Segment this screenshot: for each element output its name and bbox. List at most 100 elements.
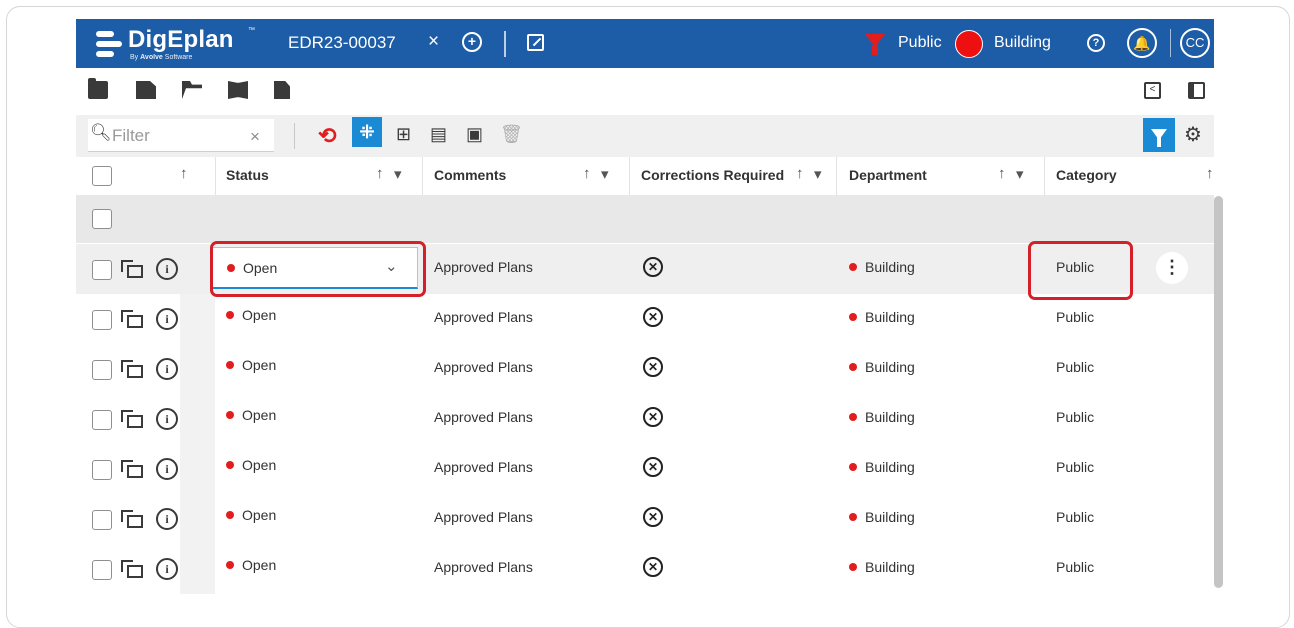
row-checkbox[interactable] bbox=[92, 410, 112, 430]
toggle-side-panel-icon[interactable] bbox=[1188, 82, 1205, 99]
corrections-x-icon: ✕ bbox=[643, 557, 663, 577]
table-row[interactable]: i Open Approved Plans ✕ Building Public bbox=[76, 294, 1214, 344]
comments-icon[interactable] bbox=[121, 410, 143, 428]
status-value[interactable]: Open bbox=[226, 557, 276, 573]
app-header: DigEplan ™ By Avolve Software EDR23-0003… bbox=[76, 19, 1214, 68]
comments-icon[interactable] bbox=[121, 260, 143, 278]
public-filter-label[interactable]: Public bbox=[898, 34, 942, 52]
column-header-department[interactable]: Department bbox=[849, 167, 927, 183]
row-gutter bbox=[180, 294, 215, 344]
department-sort-icon[interactable]: ↑ bbox=[998, 165, 1006, 182]
department-value: Building bbox=[849, 309, 915, 325]
corrections-filter-icon[interactable]: ▾ bbox=[814, 165, 822, 183]
status-value[interactable]: Open bbox=[226, 407, 276, 423]
comments-icon[interactable] bbox=[121, 560, 143, 578]
group-layout-icon[interactable]: ⊞ bbox=[396, 124, 411, 145]
row-checkbox[interactable] bbox=[92, 260, 112, 280]
status-value[interactable]: Open bbox=[226, 307, 276, 323]
comments-sort-icon[interactable]: ↑ bbox=[583, 165, 591, 182]
collapse-left-panel-icon[interactable]: < bbox=[1144, 82, 1161, 99]
department-filter-icon[interactable]: ▾ bbox=[1016, 165, 1024, 183]
info-icon[interactable]: i bbox=[156, 458, 178, 480]
column-header-status[interactable]: Status bbox=[226, 167, 269, 183]
export-document-icon[interactable]: ▣ bbox=[466, 124, 483, 145]
corrections-x-icon: ✕ bbox=[643, 507, 663, 527]
settings-gear-icon[interactable]: ⚙︎ bbox=[1184, 122, 1202, 147]
row-checkbox[interactable] bbox=[92, 360, 112, 380]
category-value: Public bbox=[1056, 509, 1095, 525]
open-folder-icon[interactable] bbox=[182, 81, 202, 99]
select-all-checkbox[interactable] bbox=[92, 166, 112, 186]
row-more-icon[interactable]: ⋮ bbox=[1156, 252, 1188, 284]
row-checkbox[interactable] bbox=[92, 460, 112, 480]
digeplan-logo[interactable]: DigEplan ™ By Avolve Software bbox=[96, 26, 256, 61]
help-icon[interactable]: ? bbox=[1087, 34, 1105, 52]
info-icon[interactable]: i bbox=[156, 508, 178, 530]
document-icon[interactable] bbox=[274, 81, 290, 99]
sheets-icon[interactable] bbox=[136, 81, 156, 99]
status-value[interactable]: Open bbox=[226, 357, 276, 373]
collapse-groups-icon[interactable]: ⁜ bbox=[352, 117, 382, 147]
table-row[interactable]: i Open Approved Plans ✕ Building Public bbox=[76, 544, 1214, 594]
sort-arrow-icon[interactable]: ↑ bbox=[180, 165, 188, 182]
comments-icon[interactable] bbox=[121, 460, 143, 478]
column-header-category[interactable]: Category bbox=[1056, 167, 1117, 183]
user-avatar[interactable]: CC bbox=[1180, 28, 1210, 58]
department-dot bbox=[849, 563, 857, 571]
info-icon[interactable]: i bbox=[156, 308, 178, 330]
clear-filter-icon[interactable]: × bbox=[250, 127, 260, 147]
status-dot bbox=[226, 411, 234, 419]
public-filter-icon[interactable] bbox=[865, 34, 885, 55]
table-row[interactable]: i Open Approved Plans ✕ Building Public bbox=[76, 394, 1214, 444]
group-row bbox=[76, 195, 1214, 243]
comments-icon[interactable] bbox=[121, 510, 143, 528]
folder-icon[interactable] bbox=[88, 78, 108, 99]
open-external-icon[interactable] bbox=[527, 34, 544, 51]
group-checkbox[interactable] bbox=[92, 209, 112, 229]
status-value[interactable]: Open bbox=[226, 457, 276, 473]
column-header-comments[interactable]: Comments bbox=[434, 167, 506, 183]
comment-view-icon[interactable]: ▤ bbox=[430, 124, 447, 145]
status-dot bbox=[226, 461, 234, 469]
column-header-corrections-required[interactable]: Corrections Required bbox=[641, 167, 784, 183]
department-dot bbox=[849, 513, 857, 521]
status-filter-icon[interactable]: ▾ bbox=[394, 165, 402, 183]
corrections-sort-icon[interactable]: ↑ bbox=[796, 165, 804, 182]
department-dot bbox=[849, 313, 857, 321]
department-dot bbox=[849, 413, 857, 421]
view-tab-bar: < bbox=[76, 68, 1214, 113]
notification-bell-icon[interactable]: 🔔 bbox=[1127, 28, 1157, 58]
comments-icon[interactable] bbox=[121, 360, 143, 378]
add-circle-icon[interactable]: + bbox=[462, 32, 482, 52]
search-icon: 🔍︎ bbox=[90, 123, 112, 142]
row-checkbox[interactable] bbox=[92, 510, 112, 530]
filter-input-box[interactable]: 🔍︎ Filter × bbox=[88, 119, 274, 152]
comments-icon[interactable] bbox=[121, 310, 143, 328]
column-divider bbox=[629, 157, 630, 195]
refresh-icon[interactable]: ⟲ bbox=[318, 123, 336, 149]
filter-input[interactable]: Filter bbox=[112, 126, 150, 146]
row-checkbox[interactable] bbox=[92, 310, 112, 330]
category-sort-icon[interactable]: ↑ bbox=[1206, 165, 1214, 182]
close-record-icon[interactable]: × bbox=[428, 31, 439, 53]
delete-icon[interactable]: 🗑︎ bbox=[500, 124, 523, 145]
info-icon[interactable]: i bbox=[156, 258, 178, 280]
department-label[interactable]: Building bbox=[994, 34, 1051, 52]
info-icon[interactable]: i bbox=[156, 558, 178, 580]
table-row[interactable]: i Open Approved Plans ✕ Building Public bbox=[76, 494, 1214, 544]
category-value: Public bbox=[1056, 559, 1095, 575]
comments-filter-icon[interactable]: ▾ bbox=[601, 165, 609, 183]
table-row[interactable]: i Open Approved Plans ✕ Building Public bbox=[76, 344, 1214, 394]
table-row[interactable]: i Open Approved Plans ✕ Building Public bbox=[76, 444, 1214, 494]
department-value: Building bbox=[849, 409, 915, 425]
status-sort-icon[interactable]: ↑ bbox=[376, 165, 384, 182]
info-icon[interactable]: i bbox=[156, 408, 178, 430]
plans-book-icon[interactable] bbox=[228, 81, 248, 99]
vertical-scrollbar[interactable] bbox=[1214, 196, 1223, 588]
column-filter-button[interactable] bbox=[1143, 118, 1175, 152]
department-status-dot[interactable] bbox=[955, 30, 983, 58]
toolbar-divider bbox=[294, 123, 295, 149]
status-value[interactable]: Open bbox=[226, 507, 276, 523]
row-checkbox[interactable] bbox=[92, 560, 112, 580]
info-icon[interactable]: i bbox=[156, 358, 178, 380]
